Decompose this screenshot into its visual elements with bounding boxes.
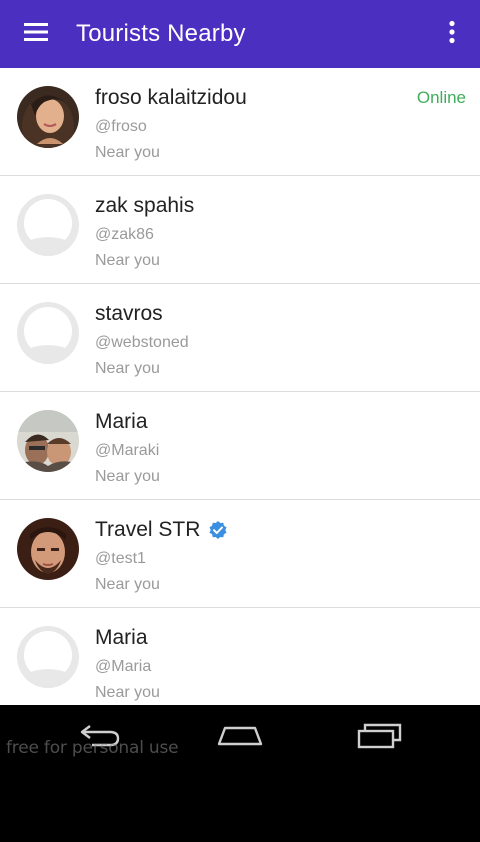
watermark-text: free for personal use: [6, 738, 179, 758]
user-name: zak spahis: [95, 194, 195, 217]
user-handle: @webstoned: [95, 334, 189, 351]
verified-badge-icon: [208, 520, 228, 540]
user-name: froso kalaitzidou: [95, 86, 247, 109]
avatar-placeholder: [17, 194, 79, 256]
hamburger-menu-icon: [23, 22, 49, 47]
home-icon: [216, 722, 264, 753]
page-title: Tourists Nearby: [76, 20, 246, 47]
list-item[interactable]: froso kalaitzidou @froso Near you Online: [0, 68, 480, 176]
avatar-placeholder: [17, 302, 79, 364]
list-item[interactable]: Maria @Maria Near you: [0, 608, 480, 705]
distance-label: Near you: [95, 576, 160, 593]
user-name: Travel STR: [95, 518, 201, 541]
home-button[interactable]: [210, 717, 270, 757]
distance-label: Near you: [95, 468, 160, 485]
overflow-menu-button[interactable]: [432, 0, 472, 68]
tourist-list: froso kalaitzidou @froso Near you Online…: [0, 68, 480, 705]
user-handle: @test1: [95, 550, 146, 567]
user-name: Maria: [95, 626, 148, 649]
avatar-placeholder: [17, 626, 79, 688]
avatar: [17, 518, 79, 580]
online-status: Online: [416, 88, 466, 107]
user-name: stavros: [95, 302, 163, 325]
more-vert-icon: [448, 20, 456, 49]
user-handle: @froso: [95, 118, 147, 135]
list-item[interactable]: Maria @Maraki Near you: [0, 392, 480, 500]
distance-label: Near you: [95, 144, 160, 161]
distance-label: Near you: [95, 684, 160, 701]
name-line: Travel STR: [95, 518, 228, 542]
avatar: [17, 410, 79, 472]
app-bar: Tourists Nearby: [0, 0, 480, 68]
distance-label: Near you: [95, 360, 160, 377]
avatar: [17, 86, 79, 148]
user-handle: @Maraki: [95, 442, 160, 459]
system-nav-bar: free for personal use: [0, 705, 480, 842]
user-handle: @zak86: [95, 226, 154, 243]
screen: Tourists Nearby froso kalaitzidou @froso…: [0, 0, 480, 842]
distance-label: Near you: [95, 252, 160, 269]
list-item[interactable]: zak spahis @zak86 Near you: [0, 176, 480, 284]
user-name: Maria: [95, 410, 148, 433]
name-line: stavros: [95, 302, 163, 326]
name-line: Maria: [95, 626, 148, 650]
list-item[interactable]: Travel STR @test1 Near you: [0, 500, 480, 608]
list-item[interactable]: stavros @webstoned Near you: [0, 284, 480, 392]
name-line: froso kalaitzidou: [95, 86, 247, 110]
recent-apps-button[interactable]: [350, 717, 410, 757]
menu-button[interactable]: [0, 0, 72, 68]
name-line: zak spahis: [95, 194, 194, 218]
user-handle: @Maria: [95, 658, 152, 675]
name-line: Maria: [95, 410, 148, 434]
recent-apps-icon: [357, 721, 403, 754]
